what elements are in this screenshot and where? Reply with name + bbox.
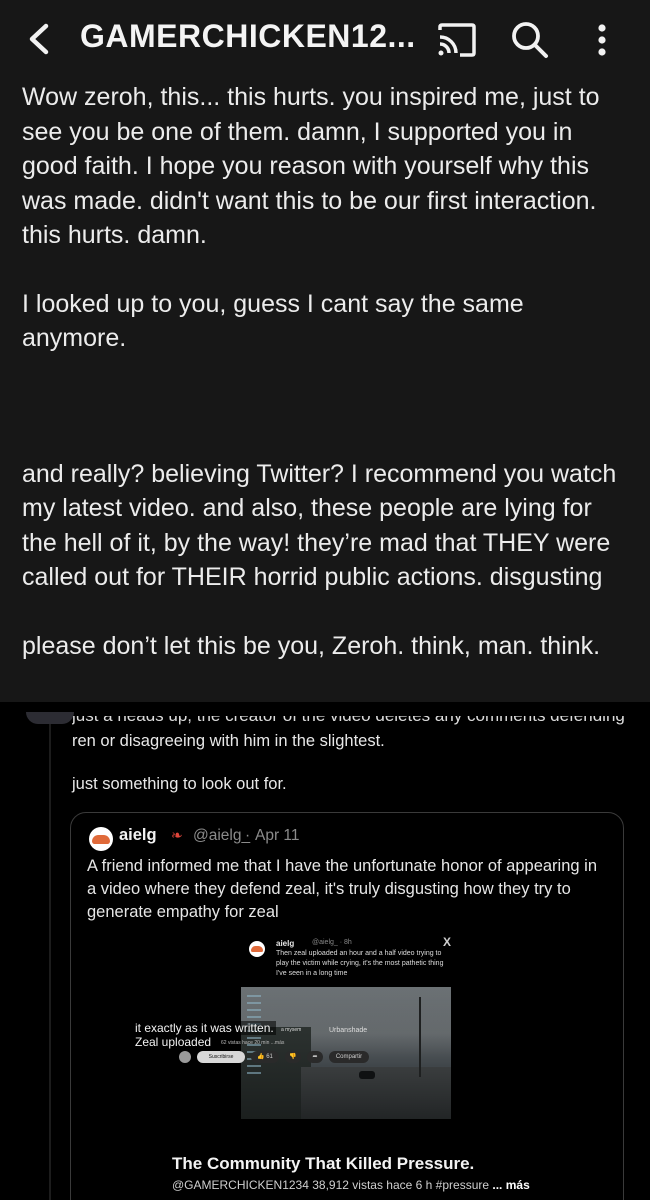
separator-dot: · bbox=[245, 827, 251, 844]
video-title: The Community That Killed Pressure. bbox=[172, 1154, 475, 1173]
post-paragraph: I looked up to you, guess I cant say the… bbox=[22, 289, 524, 353]
back-icon[interactable] bbox=[22, 20, 58, 58]
video-caption-meta: 62 vistas hace 20 min ...más bbox=[221, 1040, 285, 1046]
utility-pole bbox=[419, 997, 421, 1077]
share-icon: ➦ bbox=[307, 1051, 323, 1063]
road bbox=[301, 1067, 451, 1119]
like-count: 61 bbox=[266, 1054, 273, 1060]
app-bar: GAMERCHICKEN12... bbox=[0, 0, 650, 78]
subscribe-button: Suscribirse bbox=[197, 1051, 245, 1063]
search-icon[interactable] bbox=[510, 20, 550, 60]
reply-text: ren or disagreeing with him in the sligh… bbox=[72, 732, 385, 750]
nested-author-name: aielg bbox=[276, 939, 295, 948]
dislike-icon: 👎 bbox=[285, 1051, 301, 1063]
post-attached-image[interactable]: just a heads up, the creator of the vide… bbox=[0, 702, 650, 1200]
more-vertical-icon[interactable] bbox=[590, 20, 614, 60]
video-caption: Zeal uploaded bbox=[133, 1035, 214, 1049]
video-meta: @GAMERCHICKEN1234 38,912 vistas hace 6 h… bbox=[172, 1178, 530, 1192]
video-action-bar: Suscribirse 👍 61 👎 ➦ Compartir bbox=[179, 1049, 375, 1065]
avatar bbox=[179, 1051, 191, 1063]
channel-title: GAMERCHICKEN12... bbox=[80, 18, 416, 54]
like-chip: 👍 61 bbox=[251, 1051, 279, 1063]
quoted-tweet: aielg ❧ @aielg_ · Apr 11 A friend inform… bbox=[70, 812, 624, 1200]
shrimp-avatar bbox=[89, 827, 113, 851]
cropped-reply-line: just a heads up, the creator of the vide… bbox=[72, 716, 632, 728]
quoted-date: Apr 11 bbox=[255, 827, 300, 844]
quoted-author-handle: @aielg_ bbox=[193, 827, 251, 844]
x-logo-icon: X bbox=[443, 935, 452, 949]
community-post-body: Wow zeroh, this... this hurts. you inspi… bbox=[22, 80, 632, 663]
quoted-tweet-text: A friend informed me that I have the unf… bbox=[87, 857, 598, 921]
more-link: ... más bbox=[492, 1178, 530, 1192]
video-caption: it exactly as it was written. bbox=[133, 1021, 276, 1035]
nested-tweet-text: Then zeal uploaded an hour and a half vi… bbox=[276, 950, 444, 977]
video-caption-overlap: Urbanshade bbox=[329, 1027, 368, 1034]
post-paragraph: and really? believing Twitter? I recomme… bbox=[22, 459, 617, 592]
car bbox=[359, 1071, 375, 1079]
nested-author-meta: @aielg_ · 8h bbox=[312, 939, 352, 946]
reply-text: just something to look out for. bbox=[72, 775, 287, 793]
share-chip: Compartir bbox=[329, 1051, 369, 1063]
thread-line bbox=[49, 724, 51, 1200]
video-caption-overlap: a mysem bbox=[281, 1027, 302, 1033]
hashtag: #pressure bbox=[435, 1178, 490, 1192]
view-count: 38,912 vistas hace 6 h bbox=[312, 1178, 433, 1192]
avatar bbox=[26, 712, 74, 724]
quoted-author-name: aielg bbox=[119, 826, 157, 844]
cast-icon[interactable] bbox=[436, 22, 478, 58]
channel-handle: @GAMERCHICKEN1234 bbox=[172, 1178, 309, 1192]
post-paragraph: please don’t let this be you, Zeroh. thi… bbox=[22, 631, 601, 660]
shrimp-emoji-icon: ❧ bbox=[171, 827, 183, 843]
post-paragraph: Wow zeroh, this... this hurts. you inspi… bbox=[22, 83, 600, 249]
shrimp-avatar bbox=[249, 941, 265, 957]
